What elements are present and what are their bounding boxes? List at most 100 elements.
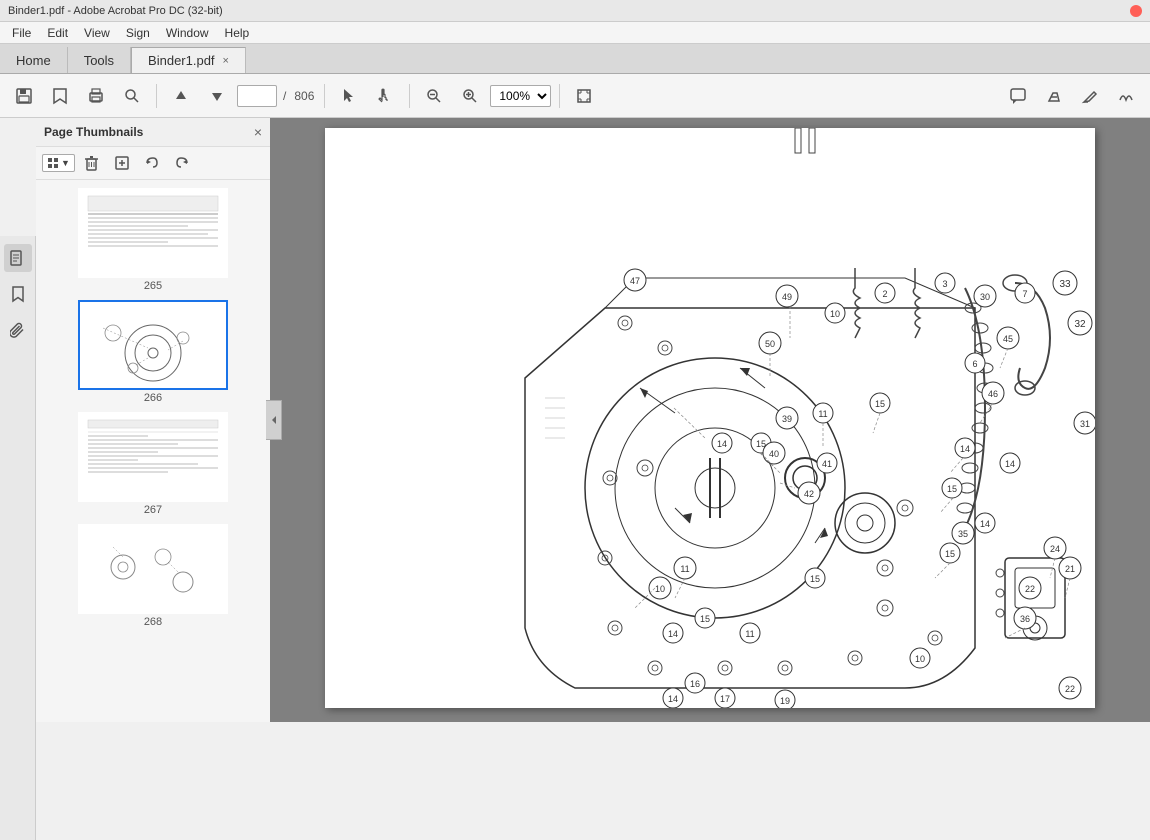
hand-icon	[377, 88, 393, 104]
svg-text:7: 7	[1022, 289, 1027, 299]
page-number-input[interactable]: 266	[237, 85, 277, 107]
svg-text:22: 22	[1065, 684, 1075, 694]
svg-text:10: 10	[655, 584, 665, 594]
thumbnail-268[interactable]: 268	[78, 524, 228, 628]
menu-help[interactable]: Help	[217, 24, 258, 42]
panel-icons	[0, 236, 36, 840]
bookmarks-panel-icon[interactable]	[4, 280, 32, 308]
menu-view[interactable]: View	[76, 24, 118, 42]
sep1	[156, 84, 157, 108]
zoom-out-icon	[426, 88, 442, 104]
menu-edit[interactable]: Edit	[39, 24, 76, 42]
technical-drawing: 32 33	[325, 128, 1095, 708]
comment-button[interactable]	[1002, 80, 1034, 112]
delete-page-button[interactable]	[79, 151, 105, 175]
cursor-tool-button[interactable]	[333, 80, 365, 112]
save-button[interactable]	[8, 80, 40, 112]
sep3	[409, 84, 410, 108]
svg-text:30: 30	[980, 292, 990, 302]
svg-text:47: 47	[630, 276, 640, 286]
thumbnail-265[interactable]: 265	[78, 188, 228, 292]
draw-icon	[1081, 87, 1099, 105]
svg-text:15: 15	[945, 549, 955, 559]
sep4	[559, 84, 560, 108]
undo-button[interactable]	[139, 151, 165, 175]
menu-window[interactable]: Window	[158, 24, 217, 42]
redo-icon	[175, 156, 189, 170]
bookmark-icon	[52, 87, 68, 105]
thumb-label-268: 268	[144, 616, 162, 628]
tab-bar: Home Tools Binder1.pdf ×	[0, 44, 1150, 74]
svg-text:40: 40	[769, 449, 779, 459]
thumbnails-panel-icon[interactable]	[4, 244, 32, 272]
attachment-icon	[10, 321, 26, 339]
page-separator: /	[281, 89, 288, 103]
redo-button[interactable]	[169, 151, 195, 175]
zoom-in-icon	[462, 88, 478, 104]
title-bar: Binder1.pdf - Adobe Acrobat Pro DC (32-b…	[0, 0, 1150, 22]
svg-text:46: 46	[988, 389, 998, 399]
insert-icon	[115, 156, 129, 170]
collapse-panel-button[interactable]	[266, 400, 282, 440]
menu-sign[interactable]: Sign	[118, 24, 158, 42]
thumb-img-266	[78, 300, 228, 390]
highlighter-icon	[1045, 87, 1063, 105]
main-area: Page Thumbnails × ▼	[0, 118, 1150, 722]
pages-icon	[10, 249, 26, 267]
menu-file[interactable]: File	[4, 24, 39, 42]
thumb-label-265: 265	[144, 280, 162, 292]
svg-text:15: 15	[875, 399, 885, 409]
fit-page-button[interactable]	[568, 80, 600, 112]
close-button[interactable]	[1130, 5, 1142, 17]
sign-button[interactable]	[1110, 80, 1142, 112]
thumb-img-268	[78, 524, 228, 614]
attachments-panel-icon[interactable]	[4, 316, 32, 344]
panel-toolbar: ▼	[36, 147, 270, 180]
fit-page-icon	[575, 87, 593, 105]
svg-text:22: 22	[1025, 584, 1035, 594]
svg-text:45: 45	[1003, 334, 1013, 344]
collapse-arrow-icon	[270, 412, 278, 428]
total-pages: 806	[292, 89, 316, 103]
up-arrow-icon	[174, 89, 188, 103]
svg-text:6: 6	[972, 359, 977, 369]
svg-text:10: 10	[830, 309, 840, 319]
down-arrow-icon	[210, 89, 224, 103]
zoom-out-button[interactable]	[418, 80, 450, 112]
prev-page-button[interactable]	[165, 80, 197, 112]
draw-button[interactable]	[1074, 80, 1106, 112]
pdf-viewer[interactable]: 32 33	[270, 118, 1150, 722]
undo-icon	[145, 156, 159, 170]
sep2	[324, 84, 325, 108]
tab-home[interactable]: Home	[0, 47, 68, 73]
svg-text:15: 15	[947, 484, 957, 494]
tab-tools[interactable]: Tools	[68, 47, 131, 73]
svg-text:10: 10	[915, 654, 925, 664]
panel-close-button[interactable]: ×	[254, 124, 262, 140]
svg-text:11: 11	[680, 564, 689, 574]
svg-text:32: 32	[1074, 319, 1086, 330]
thumbnail-options-dropdown[interactable]: ▼	[42, 154, 75, 172]
panel-header: Page Thumbnails ×	[36, 118, 270, 147]
svg-text:11: 11	[745, 629, 754, 639]
thumbnail-267[interactable]: 267	[78, 412, 228, 516]
tab-binder[interactable]: Binder1.pdf ×	[131, 47, 246, 73]
search-button[interactable]	[116, 80, 148, 112]
next-page-button[interactable]	[201, 80, 233, 112]
highlighter-button[interactable]	[1038, 80, 1070, 112]
svg-text:15: 15	[700, 614, 710, 624]
insert-page-button[interactable]	[109, 151, 135, 175]
tab-close-button[interactable]: ×	[223, 55, 229, 67]
bookmark-button[interactable]	[44, 80, 76, 112]
zoom-in-button[interactable]	[454, 80, 486, 112]
menu-bar: File Edit View Sign Window Help	[0, 22, 1150, 44]
hand-tool-button[interactable]	[369, 80, 401, 112]
bookmarks-icon	[11, 285, 25, 303]
thumb-label-266: 266	[144, 392, 162, 404]
thumbnail-266[interactable]: 266	[78, 300, 228, 404]
svg-text:14: 14	[668, 694, 678, 704]
print-button[interactable]	[80, 80, 112, 112]
zoom-select[interactable]: 50% 75% 100% 125% 150% 200%	[490, 85, 551, 107]
svg-text:42: 42	[804, 489, 814, 499]
thumbnails-list: 265	[36, 180, 270, 722]
